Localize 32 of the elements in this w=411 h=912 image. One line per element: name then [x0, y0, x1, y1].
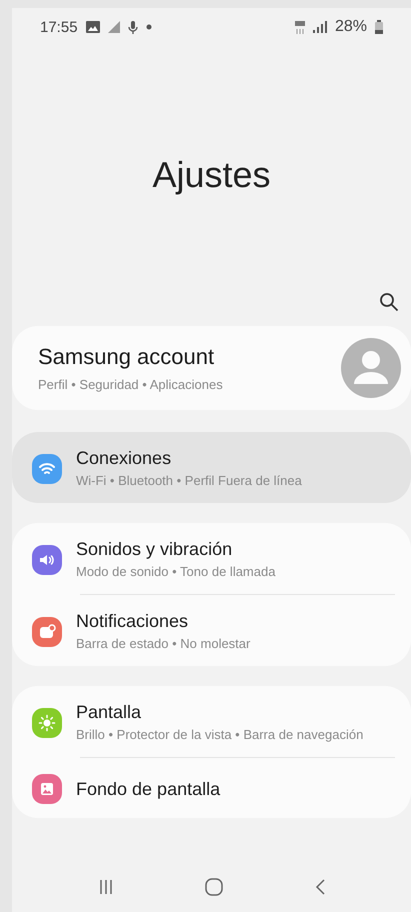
home-icon[interactable]	[204, 878, 222, 896]
settings-item[interactable]: Notificaciones Barra de estado • No molestar	[12, 595, 411, 666]
item-subtitle: Brillo • Protector de la vista • Barra de navegación	[76, 726, 364, 743]
back-icon[interactable]	[314, 879, 326, 895]
recent-apps-icon[interactable]	[98, 879, 114, 895]
signal-icon	[312, 21, 327, 33]
avatar-icon	[341, 338, 401, 398]
item-subtitle: Barra de estado • No molestar	[76, 635, 252, 652]
account-title: Samsung account	[38, 344, 216, 370]
settings-item[interactable]: Fondo de pantalla	[12, 758, 411, 818]
search-icon[interactable]	[379, 292, 399, 312]
lte-icon	[294, 20, 305, 34]
battery-icon	[375, 20, 383, 34]
account-card[interactable]: Samsung account Perfil • Seguridad • Aplicaciones	[12, 326, 411, 410]
signal-icon	[108, 21, 120, 33]
settings-item[interactable]: Conexiones Wi-Fi • Bluetooth • Perfil Fuera de línea	[12, 432, 411, 503]
item-subtitle: Modo de sonido • Tono de llamada	[76, 563, 276, 580]
item-title: Notificaciones	[76, 611, 190, 632]
microphone-icon	[128, 20, 138, 34]
item-title: Conexiones	[76, 448, 172, 469]
item-title: Fondo de pantalla	[76, 778, 222, 800]
status-time: 17:55	[40, 18, 78, 36]
item-subtitle: Wi-Fi • Bluetooth • Perfil Fuera de línea	[76, 472, 303, 489]
image-icon	[86, 21, 100, 33]
page-title: Ajustes	[151, 153, 272, 197]
settings-item[interactable]: Pantalla Brillo • Protector de la vista • Barra de navegación	[12, 686, 411, 757]
item-title: Sonidos y vibración	[76, 539, 234, 560]
item-title: Pantalla	[76, 702, 142, 723]
settings-item[interactable]: Sonidos y vibración Modo de sonido • Tono de llamada	[12, 523, 411, 594]
battery-percent: 28%	[334, 18, 367, 36]
account-subtitle: Perfil • Seguridad • Aplicaciones	[38, 376, 224, 392]
dot-icon	[146, 24, 152, 30]
